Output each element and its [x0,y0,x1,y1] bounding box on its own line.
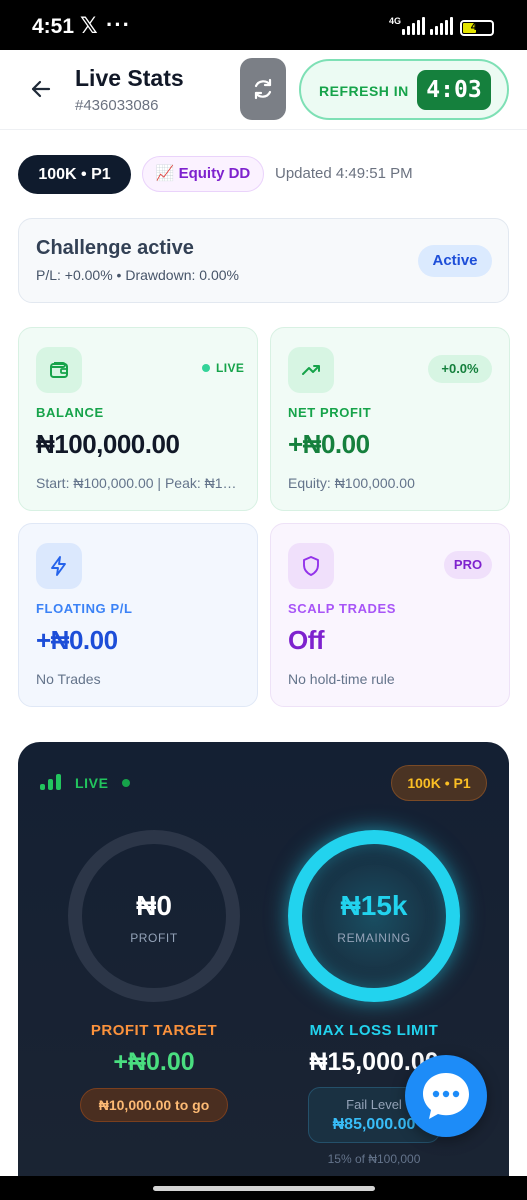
floating-pl-foot: No Trades [36,671,101,687]
live-indicator: LIVE [75,775,109,791]
last-updated: Updated 4:49:51 PM [275,165,413,182]
loss-ring-value: ₦15k [340,890,408,921]
floating-pl-card: FLOATING P/L +₦0.00 No Trades [18,523,258,707]
refresh-label: REFRESH IN [319,83,409,99]
net-profit-foot: Equity: ₦100,000.00 [288,475,415,491]
floating-pl-label: FLOATING P/L [36,601,133,616]
signal-bars-icon [40,774,61,790]
net-profit-badge: +0.0% [428,355,492,383]
live-badge: LIVE [216,361,245,375]
chat-button[interactable] [405,1055,487,1137]
status-bar: 4:51 𝕏 ··· 4G 44 [0,0,527,50]
panel-account-tag: 100K • P1 [391,765,487,801]
battery-icon: 44 [460,20,494,36]
status-badge: Active [418,245,492,277]
scalp-trades-card: PRO SCALP TRADES Off No hold-time rule [270,523,510,707]
status-time: 4:51 [32,15,75,38]
wallet-icon [36,347,82,393]
signal-icon-2 [430,17,453,35]
arrow-left-icon [31,80,51,98]
shield-icon [288,543,334,589]
challenge-summary: P/L: +0.00% • Drawdown: 0.00% [36,267,239,283]
live-dot [122,779,130,787]
profit-target-label: PROFIT TARGET [90,1022,218,1039]
loss-ring-label: REMAINING [337,931,411,945]
max-loss-percent: 15% of ₦100,000 [327,1152,421,1166]
trending-up-icon [288,347,334,393]
refresh-countdown: REFRESH IN 4:03 [299,59,509,120]
balance-value: ₦100,000.00 [36,429,180,459]
home-indicator[interactable] [153,1186,375,1191]
balance-label: BALANCE [36,405,104,420]
live-dot [202,364,210,372]
chat-bubble-icon [423,1073,469,1119]
refresh-button[interactable] [240,58,286,120]
page-title: Live Stats [75,65,184,91]
challenge-title: Challenge active [36,237,194,259]
network-type: 4G [389,16,402,26]
profit-to-go: ₦10,000.00 to go [80,1088,228,1122]
balance-card: LIVE BALANCE ₦100,000.00 Start: ₦100,000… [18,327,258,511]
drawdown-mode-tag[interactable]: 📈 Equity DD [142,156,264,192]
pro-badge: PRO [444,551,492,579]
profit-ring-value: ₦0 [136,890,172,921]
signal-icon [402,17,425,35]
refresh-icon [254,78,272,100]
profit-target-value: +₦0.00 [113,1048,195,1076]
max-loss-label: MAX LOSS LIMIT [309,1022,439,1039]
back-button[interactable] [28,76,54,102]
balance-foot: Start: ₦100,000.00 | Peak: ₦100,000.00 [36,475,242,491]
lightning-icon [36,543,82,589]
app-header: Live Stats #436033086 REFRESH IN 4:03 [0,50,527,130]
more-notifications-icon: ··· [106,12,131,37]
scalp-trades-foot: No hold-time rule [288,671,395,687]
battery-level: 44 [470,21,484,33]
challenge-status-card: Challenge active P/L: +0.00% • Drawdown:… [18,218,509,303]
net-profit-value: +₦0.00 [288,429,370,459]
scalp-trades-value: Off [288,625,325,655]
countdown-timer: 4:03 [417,70,491,110]
net-profit-label: NET PROFIT [288,405,372,420]
account-size-tag[interactable]: 100K • P1 [18,155,131,194]
floating-pl-value: +₦0.00 [36,625,118,655]
x-app-icon: 𝕏 [80,13,98,38]
account-id: #436033086 [75,97,159,114]
net-profit-card: +0.0% NET PROFIT +₦0.00 Equity: ₦100,000… [270,327,510,511]
system-nav-bar [0,1176,527,1200]
profit-ring-label: PROFIT [130,931,178,945]
scalp-trades-label: SCALP TRADES [288,601,397,616]
